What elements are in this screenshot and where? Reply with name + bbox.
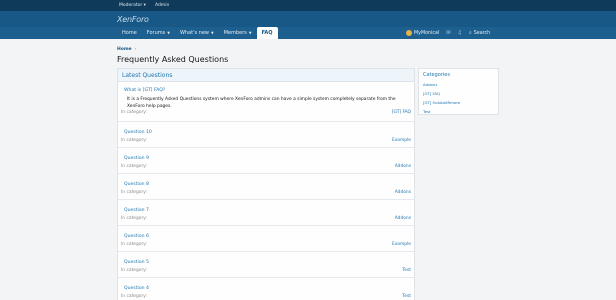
inbox-icon[interactable]: ✉ bbox=[446, 30, 450, 36]
question-title[interactable]: Question 10 bbox=[124, 130, 414, 135]
category-label: In category: bbox=[121, 110, 148, 115]
question-item: Question 8 In category: Addons bbox=[118, 174, 414, 200]
top-bar: Moderator ▾ Admin bbox=[0, 0, 616, 11]
chevron-down-icon[interactable]: ▼ bbox=[167, 31, 170, 35]
category-label: In category: bbox=[121, 242, 148, 247]
chevron-down-icon[interactable]: ▼ bbox=[249, 31, 252, 35]
question-title[interactable]: Question 8 bbox=[124, 182, 414, 187]
question-meta: In category: Example bbox=[118, 242, 414, 247]
nav-bar: Home Forums ▼ What's new ▼ Members ▼ FAQ My… bbox=[0, 27, 616, 39]
question-meta: In category: [GT] FAQ bbox=[118, 110, 414, 115]
sidebar-item-gt-faq[interactable]: [GT] FAQ bbox=[423, 91, 494, 100]
category-label: In category: bbox=[121, 216, 148, 221]
category-link[interactable]: Addons bbox=[395, 190, 411, 195]
breadcrumb: Home › bbox=[117, 47, 136, 52]
page-title: Frequently Asked Questions bbox=[117, 55, 229, 64]
question-item: Question 5 In category: Test bbox=[118, 252, 414, 278]
category-link[interactable]: [GT] FAQ bbox=[392, 110, 411, 115]
tab-faq[interactable]: FAQ bbox=[256, 27, 278, 39]
category-link[interactable]: Addons bbox=[395, 164, 411, 169]
avatar bbox=[406, 30, 412, 36]
question-meta: In category: Addons bbox=[118, 216, 414, 221]
tab-members[interactable]: Members ▼ bbox=[219, 27, 257, 39]
moderator-menu[interactable]: Moderator ▾ bbox=[119, 3, 146, 8]
sidebar-title: Categories bbox=[423, 72, 450, 78]
question-item: Question 9 In category: Addons bbox=[118, 148, 414, 174]
question-title[interactable]: What is [GT] FAQ? bbox=[124, 88, 414, 93]
user-nav: MyMonical ✉ ♫ ⌕ Search bbox=[406, 27, 490, 39]
category-label: In category: bbox=[121, 164, 148, 169]
question-meta: In category: Test bbox=[118, 268, 414, 273]
category-link[interactable]: Example bbox=[392, 138, 411, 143]
latest-questions-panel: Latest Questions What is [GT] FAQ? It is… bbox=[117, 68, 415, 300]
question-item: What is [GT] FAQ? It is a Frequently Ask… bbox=[118, 82, 414, 122]
user-menu[interactable]: MyMonical bbox=[406, 30, 439, 36]
question-title[interactable]: Question 9 bbox=[124, 156, 414, 161]
breadcrumb-home[interactable]: Home bbox=[117, 47, 132, 52]
nav-tabs: Home Forums ▼ What's new ▼ Members ▼ FAQ bbox=[117, 27, 278, 39]
question-title[interactable]: Question 5 bbox=[124, 260, 414, 265]
question-answer: It is a Frequently Asked Questions syste… bbox=[127, 97, 396, 109]
admin-link[interactable]: Admin bbox=[155, 3, 169, 8]
category-link[interactable]: Addons bbox=[395, 216, 411, 221]
chevron-down-icon[interactable]: ▼ bbox=[211, 31, 214, 35]
site-logo[interactable]: XenForo bbox=[117, 15, 149, 24]
search-icon: ⌕ bbox=[469, 31, 472, 36]
question-item: Question 7 In category: Addons bbox=[118, 200, 414, 226]
category-label: In category: bbox=[121, 138, 148, 143]
category-link[interactable]: Example bbox=[392, 242, 411, 247]
bell-icon[interactable]: ♫ bbox=[458, 30, 462, 36]
question-title[interactable]: Question 7 bbox=[124, 208, 414, 213]
question-meta: In category: Test bbox=[118, 294, 414, 299]
category-label: In category: bbox=[121, 268, 148, 273]
question-item: Question 10 In category: Example bbox=[118, 122, 414, 148]
tab-home[interactable]: Home bbox=[117, 27, 142, 39]
sidebar-item-addons[interactable]: Addons bbox=[423, 82, 494, 91]
category-link[interactable]: Test bbox=[402, 268, 411, 273]
question-title[interactable]: Question 6 bbox=[124, 234, 414, 239]
sidebar-item-test[interactable]: Test bbox=[423, 109, 494, 118]
site-header: XenForo bbox=[0, 11, 616, 27]
categories-sidebar: Categories Addons [GT] FAQ [GT] SubAddRm… bbox=[418, 68, 499, 115]
tab-forums[interactable]: Forums ▼ bbox=[142, 27, 175, 39]
search-button[interactable]: ⌕ Search bbox=[469, 30, 490, 37]
category-label: In category: bbox=[121, 294, 148, 299]
question-meta: In category: Addons bbox=[118, 190, 414, 195]
category-label: In category: bbox=[121, 190, 148, 195]
chevron-right-icon: › bbox=[134, 47, 137, 52]
sidebar-item-gt-subaddrmore[interactable]: [GT] SubAddRmore bbox=[423, 100, 494, 109]
question-meta: In category: Addons bbox=[118, 164, 414, 169]
section-header: Latest Questions bbox=[118, 69, 414, 82]
category-link[interactable]: Test bbox=[402, 294, 411, 299]
tab-whats-new[interactable]: What's new ▼ bbox=[175, 27, 219, 39]
question-meta: In category: Example bbox=[118, 138, 414, 143]
question-item: Question 6 In category: Example bbox=[118, 226, 414, 252]
question-item: Question 4 In category: Test bbox=[118, 278, 414, 300]
question-title[interactable]: Question 4 bbox=[124, 286, 414, 291]
